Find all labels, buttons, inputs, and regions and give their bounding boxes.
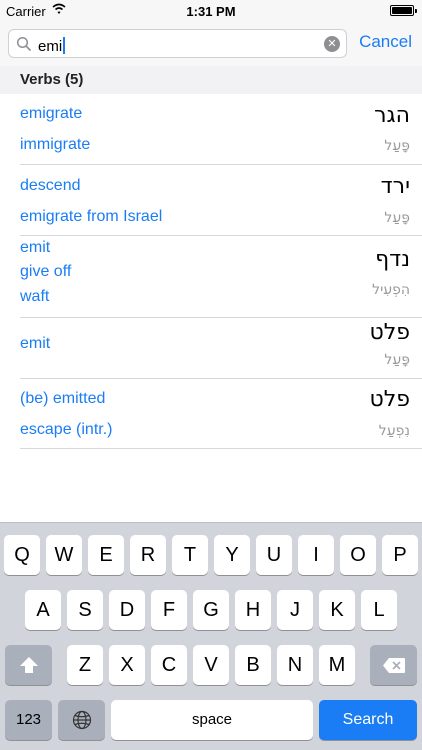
key-f[interactable]: F bbox=[151, 590, 187, 630]
search-bar: emi ✕ Cancel bbox=[0, 22, 422, 66]
key-p[interactable]: P bbox=[382, 535, 418, 575]
key-y[interactable]: Y bbox=[214, 535, 250, 575]
translation: waft bbox=[20, 288, 50, 305]
hebrew-verb: פלט bbox=[369, 320, 410, 345]
key-i[interactable]: I bbox=[298, 535, 334, 575]
battery-icon bbox=[390, 5, 417, 16]
translation: give off bbox=[20, 263, 72, 280]
list-item[interactable]: emit give off waft נדף הִפְעִיל bbox=[20, 236, 422, 318]
translation: descend bbox=[20, 177, 81, 194]
key-u[interactable]: U bbox=[256, 535, 292, 575]
numbers-key[interactable]: 123 bbox=[5, 700, 52, 740]
hebrew-verb: נדף bbox=[375, 247, 410, 272]
translation: emit bbox=[20, 239, 51, 256]
binyan-label: פָּעַל bbox=[384, 210, 410, 226]
key-h[interactable]: H bbox=[235, 590, 271, 630]
list-item[interactable]: (be) emitted escape (intr.) פלט נִפְעַל bbox=[20, 379, 422, 449]
globe-key[interactable] bbox=[58, 700, 105, 740]
clear-search-icon[interactable]: ✕ bbox=[324, 36, 340, 52]
key-x[interactable]: X bbox=[109, 645, 145, 685]
key-n[interactable]: N bbox=[277, 645, 313, 685]
list-item[interactable]: emigrate immigrate הגר פָּעַל bbox=[20, 94, 422, 165]
clock: 1:31 PM bbox=[186, 4, 236, 19]
globe-icon bbox=[72, 710, 91, 730]
translation: emigrate from Israel bbox=[20, 208, 163, 225]
delete-key[interactable] bbox=[370, 645, 417, 685]
key-m[interactable]: M bbox=[319, 645, 355, 685]
translation: (be) emitted bbox=[20, 390, 106, 407]
key-w[interactable]: W bbox=[46, 535, 82, 575]
key-q[interactable]: Q bbox=[4, 535, 40, 575]
list-item[interactable]: descend emigrate from Israel ירד פָּעַל bbox=[20, 165, 422, 236]
key-a[interactable]: A bbox=[25, 590, 61, 630]
key-r[interactable]: R bbox=[130, 535, 166, 575]
binyan-label: פָּעַל bbox=[384, 138, 410, 154]
section-header: Verbs (5) bbox=[0, 66, 422, 94]
text-caret bbox=[63, 37, 66, 54]
hebrew-verb: ירד bbox=[380, 174, 410, 199]
search-icon bbox=[16, 36, 32, 52]
key-z[interactable]: Z bbox=[67, 645, 103, 685]
search-input[interactable]: emi ✕ bbox=[8, 29, 347, 58]
key-b[interactable]: B bbox=[235, 645, 271, 685]
key-j[interactable]: J bbox=[277, 590, 313, 630]
list-item[interactable]: emit פלט פָּעַל bbox=[20, 318, 422, 379]
binyan-label: נִפְעַל bbox=[378, 423, 410, 439]
key-e[interactable]: E bbox=[88, 535, 124, 575]
binyan-label: הִפְעִיל bbox=[372, 282, 410, 298]
key-o[interactable]: O bbox=[340, 535, 376, 575]
shift-icon bbox=[19, 657, 38, 673]
search-query[interactable]: emi bbox=[38, 37, 66, 55]
space-key[interactable]: space bbox=[111, 700, 313, 740]
cancel-button[interactable]: Cancel bbox=[359, 32, 412, 52]
key-c[interactable]: C bbox=[151, 645, 187, 685]
key-v[interactable]: V bbox=[193, 645, 229, 685]
key-g[interactable]: G bbox=[193, 590, 229, 630]
key-t[interactable]: T bbox=[172, 535, 208, 575]
search-key[interactable]: Search bbox=[319, 700, 417, 740]
translation: emit bbox=[20, 335, 51, 352]
hebrew-verb: הגר bbox=[374, 103, 410, 128]
shift-key[interactable] bbox=[5, 645, 52, 685]
status-bar: Carrier 1:31 PM bbox=[0, 0, 422, 22]
binyan-label: פָּעַל bbox=[384, 352, 410, 368]
translation: escape (intr.) bbox=[20, 421, 113, 438]
backspace-icon bbox=[382, 658, 405, 673]
hebrew-verb: פלט bbox=[369, 387, 410, 412]
results-list[interactable]: Verbs (5) emigrate immigrate הגר פָּעַל … bbox=[0, 66, 422, 476]
key-s[interactable]: S bbox=[67, 590, 103, 630]
key-d[interactable]: D bbox=[109, 590, 145, 630]
translation: emigrate bbox=[20, 105, 83, 122]
key-k[interactable]: K bbox=[319, 590, 355, 630]
key-l[interactable]: L bbox=[361, 590, 397, 630]
keyboard: QWERTYUIOP ASDFGHJKL ZXCVBNM 123 space S… bbox=[0, 522, 422, 750]
translation: immigrate bbox=[20, 136, 91, 153]
